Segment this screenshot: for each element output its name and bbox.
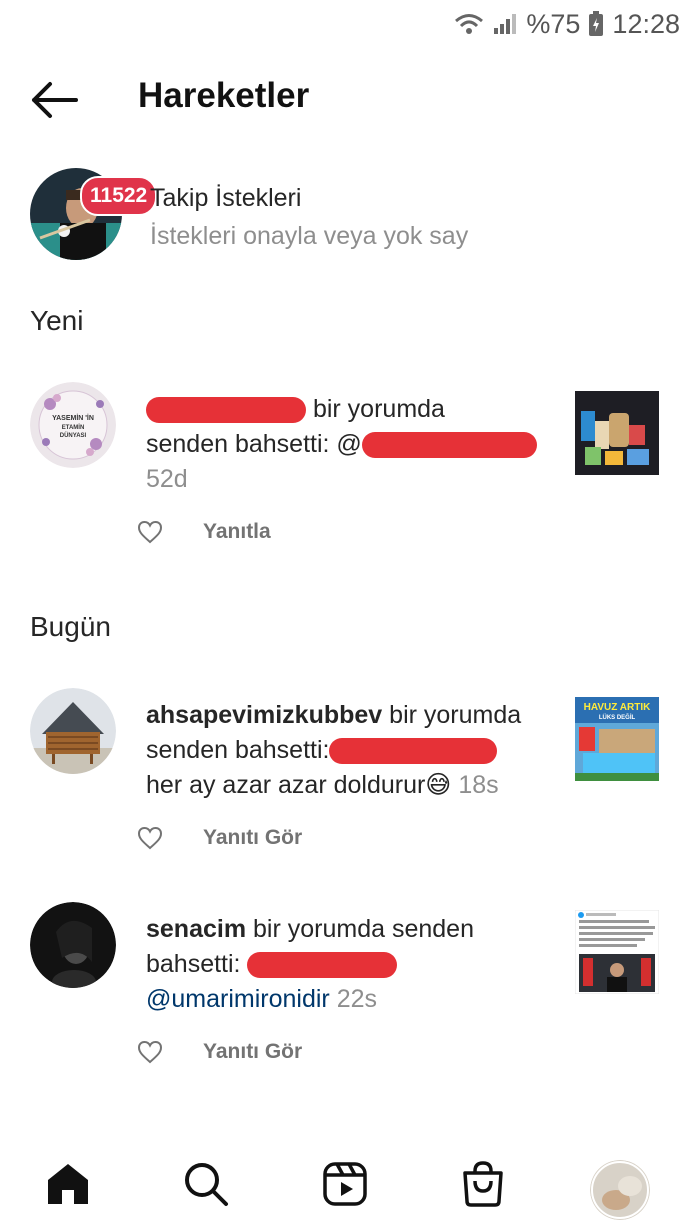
notification-action: bir yorumda [312, 395, 445, 423]
notification-time: 22s [336, 985, 378, 1013]
nav-search[interactable] [182, 1160, 230, 1208]
reply-button[interactable]: Yanıtla [203, 520, 271, 544]
reels-icon [323, 1162, 367, 1206]
notification-avatar[interactable] [30, 902, 116, 988]
avatar-text-1: YASEMİN 'İN [52, 414, 94, 422]
post-thumbnail[interactable] [575, 910, 659, 994]
battery-icon [589, 11, 604, 36]
search-icon [185, 1163, 228, 1206]
section-header-today: Bugün [30, 611, 111, 642]
notification-time: 18s [458, 771, 499, 799]
mention-link[interactable]: @umarimironidir [146, 985, 330, 1013]
nav-profile[interactable] [590, 1160, 650, 1220]
heart-icon [137, 520, 163, 544]
notification-username[interactable]: senacim [146, 915, 246, 943]
redacted-comment [247, 952, 398, 979]
avatar-text-3: DÜNYASI [60, 432, 87, 439]
heart-icon [137, 1040, 163, 1064]
notification-username[interactable]: ahsapevimizkubbev [146, 701, 382, 729]
follow-requests-title: Takip İstekleri [150, 184, 302, 212]
notification-line2: bahsetti: [146, 950, 241, 978]
clock: 12:28 [612, 8, 680, 39]
status-bar: %75 12:28 [454, 0, 680, 48]
view-replies-button[interactable]: Yanıtı Gör [203, 826, 302, 850]
redacted-mention [361, 432, 537, 459]
like-comment-button[interactable] [137, 1040, 163, 1064]
view-replies-button[interactable]: Yanıtı Gör [203, 1040, 302, 1064]
page-title: Hareketler [138, 76, 310, 115]
notification-time: 52d [146, 465, 188, 493]
follow-requests-badge: 11522 [80, 176, 158, 216]
notification-text[interactable]: senacim bir yorumda senden bahsetti: @um… [146, 912, 546, 1017]
like-comment-button[interactable] [137, 826, 163, 850]
back-button[interactable] [28, 78, 80, 122]
notification-action: bir yorumda senden [246, 915, 474, 943]
redacted-username [146, 397, 306, 424]
battery-percent: %75 [526, 8, 581, 39]
redacted-mention [329, 738, 498, 765]
notification-line2: senden bahsetti: [146, 736, 330, 764]
notification-text[interactable]: ahsapevimizkubbev bir yorumda senden bah… [146, 698, 546, 803]
follow-requests-subtitle: İstekleri onayla veya yok say [150, 222, 469, 250]
post-thumbnail[interactable]: HAVUZ ARTIK LÜKS DEĞİL [575, 697, 659, 781]
shopping-bag-icon [463, 1161, 503, 1207]
like-comment-button[interactable] [137, 520, 163, 544]
notification-line2: senden bahsetti: @ [146, 430, 362, 458]
nav-shop[interactable] [459, 1160, 507, 1208]
wifi-icon [455, 14, 484, 34]
nav-reels[interactable] [321, 1160, 369, 1208]
post-thumbnail[interactable] [575, 391, 659, 475]
bottom-nav [0, 1130, 690, 1227]
notification-action: bir yorumda [382, 701, 522, 729]
back-arrow-icon [32, 82, 78, 118]
heart-icon [137, 826, 163, 850]
avatar-text-2: ETAMİN [62, 424, 85, 431]
nav-home[interactable] [44, 1160, 92, 1208]
profile-avatar [590, 1160, 650, 1220]
signal-icon [494, 14, 517, 34]
home-icon [48, 1164, 88, 1204]
thumb-subtitle: LÜKS DEĞİL [599, 713, 636, 721]
thumb-title: HAVUZ ARTIK [584, 702, 651, 713]
notification-comment: her ay azar azar doldurur😅 [146, 771, 452, 799]
notification-text[interactable]: bir yorumda senden bahsetti: @ 52d [146, 392, 546, 497]
notification-avatar[interactable] [30, 688, 116, 774]
section-header-new: Yeni [30, 305, 84, 336]
notification-avatar[interactable]: YASEMİN 'İN ETAMİN DÜNYASI [30, 382, 116, 468]
